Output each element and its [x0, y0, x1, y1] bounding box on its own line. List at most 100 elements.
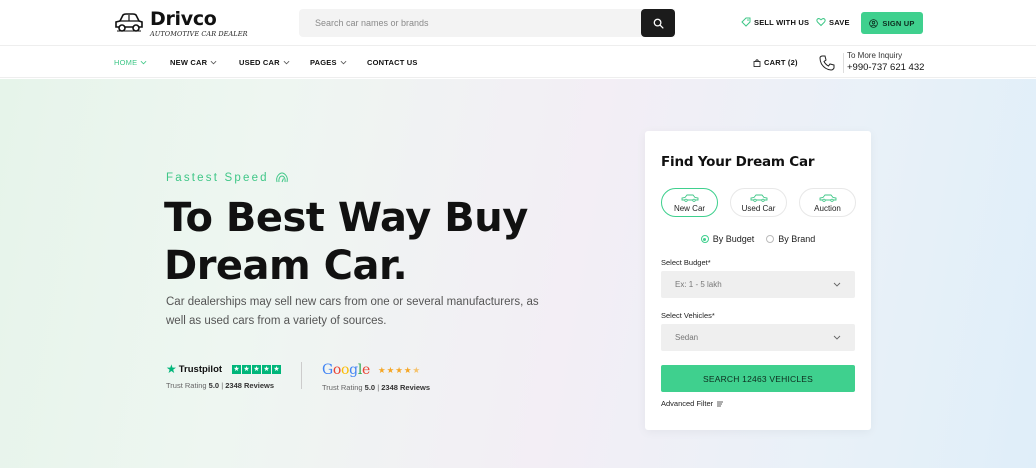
finder-title: Find Your Dream Car [661, 154, 815, 170]
inquiry-label: To More Inquiry [847, 51, 903, 60]
car-logo-icon [115, 13, 143, 32]
trustpilot-rating: ★ Trustpilot ★ ★ ★ ★ ★ Trust Rating 5.0 … [166, 362, 282, 390]
nav-item-pages[interactable]: PAGES [310, 58, 347, 67]
type-label: Used Car [741, 203, 776, 213]
car-icon [819, 194, 836, 202]
google-logo: Google [322, 362, 371, 378]
save-link[interactable]: SAVE [816, 17, 850, 27]
nav-item-new-car[interactable]: NEW CAR [170, 58, 217, 67]
type-used-car-button[interactable]: Used Car [730, 188, 787, 217]
car-finder-card: Find Your Dream Car New Car Used Car Auc… [645, 131, 871, 430]
hero-kicker: Fastest Speed [166, 171, 289, 185]
type-label: Auction [814, 203, 841, 213]
google-brand: Google ★★★★★ [322, 362, 430, 378]
chevron-down-icon [340, 60, 347, 65]
chevron-down-icon [833, 335, 841, 340]
advanced-filter-label: Advanced Filter [661, 399, 714, 408]
chevron-down-icon [283, 60, 290, 65]
nav-item-home[interactable]: HOME [114, 58, 147, 67]
summary-separator: | [221, 381, 224, 390]
star-icon: ★ [272, 364, 282, 374]
divider [843, 53, 844, 73]
chevron-down-icon [140, 60, 147, 65]
vehicle-value: Sedan [675, 333, 699, 342]
radio-label: By Brand [778, 234, 816, 244]
google-summary: Trust Rating 5.0 | 2348 Reviews [322, 383, 430, 392]
signup-label: SIGN UP [882, 18, 915, 28]
cart-label: CART (2) [764, 58, 798, 67]
hero-section: Fastest Speed To Best Way Buy Dream Car.… [0, 79, 1036, 468]
nav-item-label: NEW CAR [170, 58, 208, 67]
type-label: New Car [673, 203, 706, 213]
hero-description: Car dealerships may sell new cars from o… [166, 296, 539, 327]
trustpilot-name: Trustpilot [178, 363, 223, 375]
hero-kicker-text: Fastest Speed [166, 172, 269, 184]
shopping-bag-icon [753, 58, 761, 67]
trustpilot-star-icon: ★ [166, 362, 177, 376]
hero-headline: To Best Way Buy Dream Car. [164, 194, 528, 290]
budget-select[interactable]: Ex: 1 - 5 lakh [661, 271, 855, 298]
phone-icon [819, 55, 835, 71]
google-stars: ★★★★★ [378, 364, 422, 375]
inquiry-phone[interactable]: +990-737 621 432 [847, 62, 924, 73]
trust-review-count: 2348 Reviews [381, 383, 431, 392]
google-rating: Google ★★★★★ Trust Rating 5.0 | 2348 Rev… [322, 362, 430, 392]
tag-icon [741, 17, 751, 27]
trust-rating-label: Trust Rating [322, 383, 363, 392]
nav-item-used-car[interactable]: USED CAR [239, 58, 290, 67]
vehicle-label: Select Vehicles* [661, 311, 715, 320]
trustpilot-brand: ★ Trustpilot ★ ★ ★ ★ ★ [166, 362, 282, 376]
hero-headline-line1: To Best Way Buy [164, 195, 528, 241]
nav-item-label: PAGES [310, 58, 337, 67]
hero-headline-line2: Dream Car. [164, 243, 408, 289]
sell-with-us-link[interactable]: SELL WITH US [741, 17, 809, 27]
user-icon [869, 18, 879, 28]
car-icon [681, 194, 698, 202]
search-vehicles-button[interactable]: SEARCH 12463 VEHICLES [661, 365, 855, 392]
brand-name: Drivco [150, 8, 217, 30]
signup-button[interactable]: SIGN UP [861, 12, 923, 34]
type-new-car-button[interactable]: New Car [661, 188, 718, 217]
search-input[interactable] [299, 9, 629, 37]
budget-value: Ex: 1 - 5 lakh [675, 280, 722, 289]
nav-item-label: HOME [114, 58, 138, 67]
nav-item-contact-us[interactable]: CONTACT US [367, 58, 418, 67]
sell-with-us-label: SELL WITH US [754, 17, 810, 27]
radio-label: By Budget [712, 234, 755, 244]
search-button[interactable] [641, 9, 675, 37]
trustpilot-summary: Trust Rating 5.0 | 2348 Reviews [166, 381, 282, 390]
budget-label: Select Budget* [661, 258, 711, 267]
nav-item-label: USED CAR [239, 58, 280, 67]
nav-item-label: CONTACT US [367, 58, 418, 67]
trust-rating-score: 5.0 [208, 381, 220, 390]
summary-separator: | [377, 383, 380, 392]
star-icon: ★ [242, 364, 252, 374]
radio-by-budget[interactable]: By Budget [700, 234, 755, 244]
top-header: Drivco AUTOMOTIVE CAR DEALER SELL WITH U… [0, 0, 1036, 46]
trust-rating-label: Trust Rating [166, 381, 207, 390]
radio-unselected-icon [766, 235, 775, 243]
trustpilot-stars: ★ ★ ★ ★ ★ [232, 364, 282, 374]
filter-icon [717, 401, 724, 406]
ratings-divider [301, 362, 302, 389]
speedometer-icon [275, 172, 288, 183]
radio-selected-icon [700, 235, 709, 243]
brand-logo[interactable]: Drivco AUTOMOTIVE CAR DEALER [113, 9, 248, 38]
trust-rating-score: 5.0 [364, 383, 376, 392]
car-icon [750, 194, 767, 202]
heart-icon [816, 18, 826, 27]
advanced-filter-link[interactable]: Advanced Filter [661, 399, 724, 408]
search-mode-radios: By Budget By Brand [645, 234, 871, 244]
brand-tagline: AUTOMOTIVE CAR DEALER [150, 30, 248, 38]
chevron-down-icon [210, 60, 217, 65]
cart-link[interactable]: CART (2) [753, 58, 798, 67]
search-icon [653, 18, 664, 29]
star-icon: ★ [262, 364, 272, 374]
chevron-down-icon [833, 282, 841, 287]
save-label: SAVE [829, 17, 850, 27]
trust-review-count: 2348 Reviews [225, 381, 275, 390]
radio-by-brand[interactable]: By Brand [766, 234, 815, 244]
type-auction-button[interactable]: Auction [799, 188, 856, 217]
vehicle-select[interactable]: Sedan [661, 324, 855, 351]
star-icon: ★ [232, 364, 242, 374]
